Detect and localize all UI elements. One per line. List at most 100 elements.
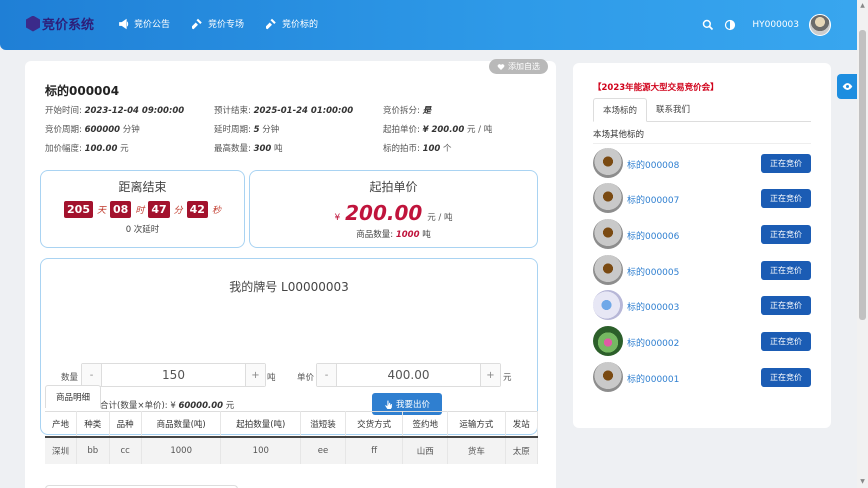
countdown-days: 205: [64, 201, 93, 218]
info-delay-period: 延时周期: 5 分钟: [214, 125, 280, 135]
status-badge[interactable]: 正在竞价: [761, 225, 811, 244]
lot-thumbnail: [593, 148, 623, 178]
countdown-unit: 分: [173, 206, 183, 216]
info-start-price: 起拍单价: ¥ 200.00 元 / 吨: [383, 125, 493, 135]
delay-count: 0 次延时: [125, 225, 160, 235]
status-badge[interactable]: 正在竞价: [761, 332, 811, 351]
countdown-panel: 距离结束 205 天 08 时 47 分 42 秒 0 次延时: [40, 170, 245, 248]
price-stepper: - 400.00 +: [316, 363, 501, 387]
bid-panel: 我的牌号 L00000003 数量 - 150 + 吨 单价 - 400.00 …: [40, 258, 538, 435]
session-sidebar: 【2023年能源大型交易竞价会】 本场标的 联系我们 本场其他标的 标的0000…: [573, 63, 831, 428]
lot-link[interactable]: 标的000003: [627, 300, 679, 313]
column-header: 签约地: [402, 411, 449, 438]
status-badge[interactable]: 正在竞价: [761, 189, 811, 208]
page-scrollbar[interactable]: ▲ ▼: [857, 0, 868, 488]
lot-thumbnail: [593, 219, 623, 249]
countdown-unit: 天: [96, 206, 106, 216]
logo-icon: [26, 15, 40, 32]
lot-link[interactable]: 标的000005: [627, 265, 679, 278]
session-title: 【2023年能源大型交易竞价会】: [593, 83, 719, 93]
price-input[interactable]: 400.00: [336, 364, 481, 386]
countdown-title: 距离结束: [118, 180, 167, 194]
username[interactable]: HY000003: [752, 20, 799, 30]
quantity-decrease-button[interactable]: -: [82, 364, 101, 386]
divider: [593, 143, 811, 144]
scroll-up-arrow-icon[interactable]: ▲: [859, 2, 866, 10]
scrollbar-thumb[interactable]: [859, 30, 866, 320]
lot-link[interactable]: 标的000008: [627, 158, 679, 171]
lot-link[interactable]: 标的000007: [627, 193, 679, 206]
start-price-title: 起拍单价: [369, 180, 418, 194]
add-favorite-button[interactable]: 添加自选: [489, 59, 548, 74]
eye-icon: [842, 83, 852, 90]
lot-thumbnail: [593, 290, 623, 320]
countdown: 205 天 08 时 47 分 42 秒: [41, 201, 244, 218]
table-row: 深圳 bb cc 1000 100 ee ff 山西 货车 太原: [45, 437, 539, 464]
table-cell: 1000: [141, 437, 222, 464]
table-cell: 货车: [447, 437, 506, 464]
status-badge[interactable]: 正在竞价: [761, 261, 811, 280]
sidebar-tabs: 本场标的 联系我们: [593, 98, 811, 122]
quantity-label: 数量: [61, 373, 79, 383]
lot-link[interactable]: 标的000002: [627, 336, 679, 349]
avatar[interactable]: [809, 14, 831, 36]
list-item[interactable]: 标的000005 正在竞价: [593, 255, 811, 285]
column-header: 种类: [76, 411, 110, 438]
tab-goods-detail[interactable]: 商品明细: [45, 385, 102, 408]
column-header: 品种: [109, 411, 142, 438]
column-header: 产地: [45, 411, 78, 438]
hand-pointer-icon: [385, 400, 392, 409]
quantity-stepper: - 150 +: [81, 363, 266, 387]
main-nav: 竞价公告 竞价专场 竞价标的: [118, 17, 318, 30]
table-cell: 100: [220, 437, 302, 464]
header-actions: HY000003: [702, 14, 831, 36]
place-bid-label: 我要出价: [395, 400, 430, 410]
table-header-row: 产地 种类 品种 商品数量(吨) 起拍数量(吨) 溢短装 交货方式 签约地 运输…: [45, 411, 539, 438]
list-item[interactable]: 标的000007 正在竞价: [593, 183, 811, 213]
price-increase-button[interactable]: +: [481, 364, 500, 386]
lot-detail-card: 添加自选 标的000004 开始时间: 2023-12-04 09:00:00 …: [25, 59, 556, 488]
table-cell: 山西: [402, 437, 449, 464]
lot-thumbnail: [593, 362, 623, 392]
megaphone-icon: [119, 18, 129, 29]
logo[interactable]: 竞价系统: [26, 14, 94, 33]
countdown-unit: 时: [135, 206, 145, 216]
page-title: 标的000004: [45, 84, 120, 98]
info-expected-end: 预计结束: 2025-01-24 01:00:00: [214, 106, 354, 116]
table-cell: 太原: [505, 437, 539, 464]
list-item[interactable]: 标的000001 正在竞价: [593, 362, 811, 392]
search-icon[interactable]: [702, 19, 714, 31]
column-header: 商品数量(吨): [141, 411, 222, 438]
quantity-input[interactable]: 150: [101, 364, 246, 386]
status-badge[interactable]: 正在竞价: [761, 368, 811, 387]
nav-item-label: 竞价标的: [282, 20, 319, 30]
logo-text: 竞价系统: [42, 18, 95, 33]
quantity-increase-button[interactable]: +: [246, 364, 265, 386]
tab-session-lots[interactable]: 本场标的: [593, 98, 648, 122]
lot-link[interactable]: 标的000001: [627, 372, 679, 385]
list-item[interactable]: 标的000003 正在竞价: [593, 290, 811, 320]
floating-eye-button[interactable]: [837, 74, 857, 99]
scroll-down-arrow-icon[interactable]: ▼: [859, 478, 866, 486]
bid-total: 合计(数量×单价): ¥ 60000.00 元: [100, 401, 235, 411]
list-item[interactable]: 标的000006 正在竞价: [593, 219, 811, 249]
tab-contact-us[interactable]: 联系我们: [647, 98, 699, 121]
column-header: 交货方式: [345, 411, 404, 438]
list-item[interactable]: 标的000008 正在竞价: [593, 148, 811, 178]
status-badge[interactable]: 正在竞价: [761, 296, 811, 315]
nav-item-lots[interactable]: 竞价标的: [266, 17, 318, 30]
lot-info-grid: 开始时间: 2023-12-04 09:00:00 预计结束: 2025-01-…: [45, 104, 545, 154]
info-bid-period: 竞价周期: 600000 分钟: [45, 125, 140, 135]
nav-item-announcement[interactable]: 竞价公告: [118, 17, 170, 30]
countdown-minutes: 47: [148, 201, 170, 218]
list-item[interactable]: 标的000002 正在竞价: [593, 326, 811, 356]
theme-toggle-icon[interactable]: [724, 19, 736, 31]
lot-link[interactable]: 标的000006: [627, 229, 679, 242]
price-decrease-button[interactable]: -: [317, 364, 336, 386]
price-unit: 元: [503, 373, 512, 383]
countdown-seconds: 42: [186, 201, 208, 218]
lot-thumbnail: [593, 183, 623, 213]
nav-item-special[interactable]: 竞价专场: [192, 17, 244, 30]
status-badge[interactable]: 正在竞价: [761, 154, 811, 173]
goods-quantity: 商品数量: 1000 吨: [356, 230, 431, 240]
